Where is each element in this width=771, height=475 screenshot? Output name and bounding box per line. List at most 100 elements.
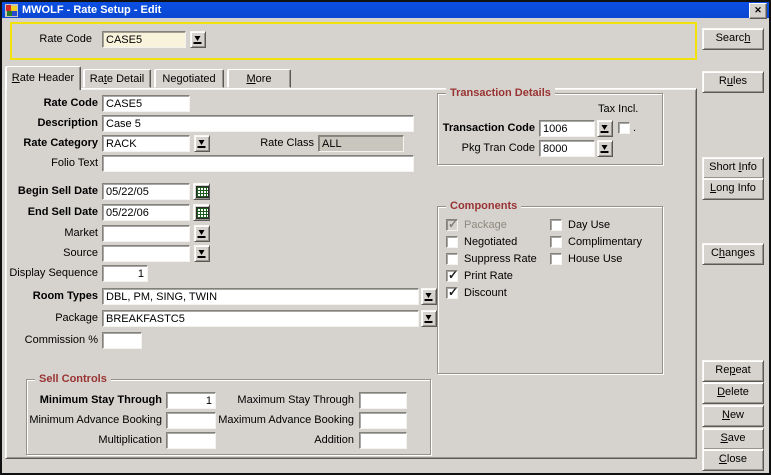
rate-header-tab-panel: Rate Code Description Rate Category Rate… xyxy=(5,88,697,459)
negotiated-checkbox[interactable] xyxy=(446,236,458,248)
sell-controls-group: Sell Controls Minimum Stay Through Maxim… xyxy=(26,379,431,455)
rate-category-dropdown-button[interactable] xyxy=(194,135,210,152)
rate-code-input[interactable] xyxy=(102,95,190,112)
addition-input[interactable] xyxy=(359,432,407,449)
close-window-button[interactable]: Close xyxy=(702,449,764,471)
begin-sell-date-calendar-button[interactable] xyxy=(193,183,210,200)
tax-incl-checkbox[interactable] xyxy=(618,122,630,134)
minimum-stay-through-label: Minimum Stay Through xyxy=(27,392,162,409)
house-use-checkbox-label: House Use xyxy=(568,253,622,266)
source-dropdown-button[interactable] xyxy=(194,245,210,262)
components-title: Components xyxy=(446,199,521,213)
header-rate-code-label: Rate Code xyxy=(12,31,92,48)
tab-rate-detail[interactable]: Rate Detail xyxy=(83,69,151,88)
repeat-button[interactable]: Repeat xyxy=(702,360,764,382)
rate-category-input[interactable] xyxy=(102,135,190,152)
negotiated-checkbox-label: Negotiated xyxy=(464,236,517,249)
window-title: MWOLF - Rate Setup - Edit xyxy=(22,4,161,16)
pkg-tran-code-dropdown-button[interactable] xyxy=(597,140,613,157)
maximum-stay-through-input[interactable] xyxy=(359,392,407,409)
dropdown-arrow-icon xyxy=(199,250,206,258)
tax-incl-label: Tax Incl. xyxy=(598,103,638,116)
dropdown-arrow-icon xyxy=(199,230,206,238)
pkg-tran-code-input[interactable] xyxy=(539,140,595,157)
market-label: Market xyxy=(6,225,98,242)
begin-sell-date-input[interactable] xyxy=(102,183,190,200)
commission-label: Commission % xyxy=(6,332,98,349)
discount-checkbox[interactable] xyxy=(446,287,458,299)
transaction-code-label: Transaction Code xyxy=(438,120,535,137)
new-button[interactable]: New xyxy=(702,405,764,427)
multiplication-label: Multiplication xyxy=(27,432,162,449)
tab-rate-header[interactable]: Rate Header xyxy=(5,66,81,90)
components-group: Components Package Negotiated Suppress R… xyxy=(437,206,663,374)
house-use-checkbox[interactable] xyxy=(550,253,562,265)
dropdown-arrow-icon xyxy=(426,293,433,301)
day-use-checkbox[interactable] xyxy=(550,219,562,231)
window: MWOLF - Rate Setup - Edit ✕ Rate Code Se… xyxy=(0,0,771,475)
calendar-icon xyxy=(196,186,209,198)
end-sell-date-input[interactable] xyxy=(102,204,190,221)
discount-checkbox-label: Discount xyxy=(464,287,507,300)
rate-category-label: Rate Category xyxy=(6,135,98,152)
save-button[interactable]: Save xyxy=(702,428,764,450)
folio-text-input[interactable] xyxy=(102,155,414,172)
suppress-rate-checkbox-label: Suppress Rate xyxy=(464,253,537,266)
folio-text-label: Folio Text xyxy=(6,155,98,172)
market-dropdown-button[interactable] xyxy=(194,225,210,242)
transaction-code-input[interactable] xyxy=(539,120,595,137)
package-label: Package xyxy=(6,310,98,327)
rate-class-label: Rate Class xyxy=(246,135,314,152)
print-rate-checkbox[interactable] xyxy=(446,270,458,282)
package-checkbox xyxy=(446,219,458,231)
complimentary-checkbox-label: Complimentary xyxy=(568,236,642,249)
suppress-rate-checkbox[interactable] xyxy=(446,253,458,265)
close-button[interactable]: ✕ xyxy=(749,3,767,19)
search-button[interactable]: Search xyxy=(702,28,764,50)
day-use-checkbox-label: Day Use xyxy=(568,219,610,232)
close-icon: ✕ xyxy=(754,5,762,15)
minimum-advance-booking-label: Minimum Advance Booking xyxy=(27,412,162,429)
description-input[interactable] xyxy=(102,115,414,132)
rate-code-label: Rate Code xyxy=(6,95,98,112)
market-input[interactable] xyxy=(102,225,190,242)
package-dropdown-button[interactable] xyxy=(421,310,437,327)
display-sequence-input[interactable] xyxy=(102,265,148,282)
delete-button[interactable]: Delete xyxy=(702,382,764,404)
description-label: Description xyxy=(6,115,98,132)
room-types-label: Room Types xyxy=(6,288,98,305)
changes-button[interactable]: Changes xyxy=(702,243,764,265)
rate-code-query-panel: Rate Code xyxy=(10,22,697,60)
begin-sell-date-label: Begin Sell Date xyxy=(6,183,98,200)
short-info-button[interactable]: Short Info xyxy=(702,157,764,179)
end-sell-date-calendar-button[interactable] xyxy=(193,204,210,221)
complimentary-checkbox[interactable] xyxy=(550,236,562,248)
tab-negotiated[interactable]: Negotiated xyxy=(154,69,224,88)
room-types-input[interactable] xyxy=(102,288,419,305)
pkg-tran-code-label: Pkg Tran Code xyxy=(438,140,535,157)
rules-button[interactable]: Rules xyxy=(702,71,764,93)
app-icon xyxy=(5,4,18,17)
header-rate-code-input[interactable] xyxy=(102,31,186,48)
tab-more[interactable]: More xyxy=(227,69,291,88)
long-info-button[interactable]: Long Info xyxy=(702,178,764,200)
transaction-details-group: Transaction Details Tax Incl. Transactio… xyxy=(437,93,663,165)
maximum-advance-booking-label: Maximum Advance Booking xyxy=(177,412,354,429)
print-rate-checkbox-label: Print Rate xyxy=(464,270,513,283)
dropdown-arrow-icon xyxy=(602,145,609,153)
commission-input[interactable] xyxy=(102,332,142,349)
display-sequence-label: Display Sequence xyxy=(6,265,98,282)
tax-incl-suffix: . xyxy=(633,122,636,135)
dropdown-arrow-icon xyxy=(602,125,609,133)
transaction-code-dropdown-button[interactable] xyxy=(597,120,613,137)
source-label: Source xyxy=(6,245,98,262)
maximum-advance-booking-input[interactable] xyxy=(359,412,407,429)
source-input[interactable] xyxy=(102,245,190,262)
end-sell-date-label: End Sell Date xyxy=(6,204,98,221)
package-checkbox-label: Package xyxy=(464,219,507,232)
calendar-icon xyxy=(196,207,209,219)
room-types-dropdown-button[interactable] xyxy=(421,288,437,305)
package-input[interactable] xyxy=(102,310,419,327)
header-rate-code-dropdown-button[interactable] xyxy=(190,31,206,48)
dropdown-arrow-icon xyxy=(426,315,433,323)
